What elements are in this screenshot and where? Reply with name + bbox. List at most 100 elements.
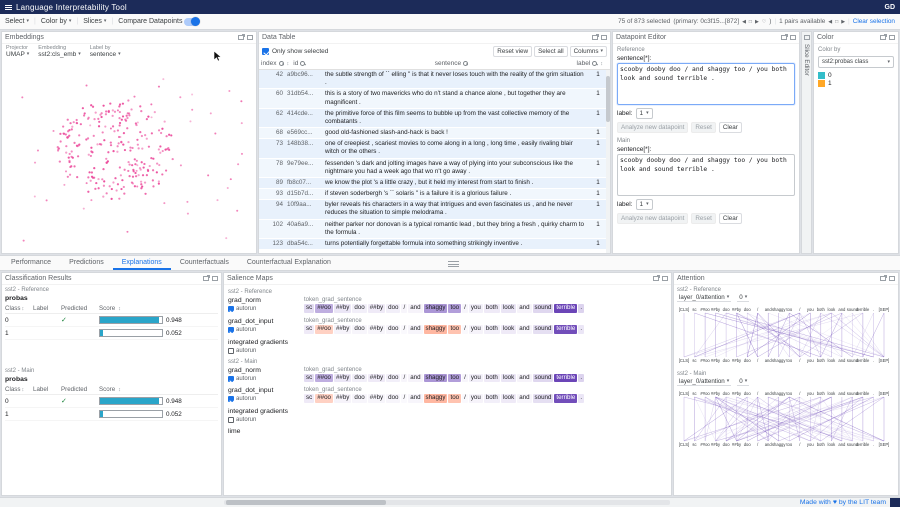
label-select[interactable]: 1 ▾ (636, 108, 653, 119)
maximize-icon[interactable] (790, 35, 796, 40)
reset-view-button[interactable]: Reset view (493, 46, 532, 57)
popout-icon[interactable] (880, 276, 886, 281)
attention-head-select[interactable]: 0 ▾ (737, 294, 749, 302)
random-pair-icon[interactable]: □ (835, 19, 838, 25)
clear-selection-link[interactable]: Clear selection (853, 18, 895, 25)
popout-icon[interactable] (781, 35, 787, 40)
salience-token: / (462, 374, 468, 383)
menu-icon[interactable] (5, 5, 12, 10)
attention-layer-select[interactable]: layer_0/attention ▾ (677, 294, 731, 302)
popout-icon[interactable] (592, 35, 598, 40)
menu-slices[interactable]: Slices ▾ (83, 18, 106, 25)
table-row[interactable]: 60 31db54... this is a story of two mave… (259, 89, 610, 108)
attention-layer-select[interactable]: layer_0/attention ▾ (677, 378, 731, 386)
maximize-icon[interactable] (889, 35, 895, 40)
svg-text:shaggy: shaggy (772, 358, 786, 363)
search-icon[interactable] (279, 61, 285, 67)
label-select[interactable]: 1 ▾ (636, 199, 653, 210)
select-all-button[interactable]: Select all (534, 46, 568, 57)
table-row[interactable]: 78 9e79ee... fessenden 's dark and jolti… (259, 159, 610, 178)
only-show-selected-checkbox[interactable] (262, 48, 269, 55)
attention-head-select[interactable]: 0 ▾ (737, 378, 749, 386)
autorun-checkbox[interactable]: autorun (228, 327, 300, 333)
scrollbar-thumb[interactable] (226, 500, 386, 505)
table-row[interactable]: 73 148b38... one of creepiest , scariest… (259, 139, 610, 158)
sort-icon[interactable]: ↕ (118, 306, 121, 312)
projector-select[interactable]: Projector UMAP▾ (6, 45, 29, 61)
sort-icon[interactable]: ↕ (600, 61, 603, 67)
maximize-icon[interactable] (601, 35, 607, 40)
embedding-select[interactable]: Embedding sst2:cls_emb▾ (38, 45, 80, 61)
autorun-checkbox[interactable]: autorun (228, 348, 300, 354)
popout-icon[interactable] (653, 276, 659, 281)
reset-button[interactable]: Reset (691, 213, 715, 224)
table-row[interactable]: 89 fb8c07... we know the plot 's a littl… (259, 178, 610, 189)
expand-module-icon[interactable] (804, 35, 810, 40)
next-pair-icon[interactable]: ▶ (841, 19, 845, 25)
maximize-icon[interactable] (247, 35, 253, 40)
maximize-icon[interactable] (212, 276, 218, 281)
column-header-sentence[interactable]: sentence (329, 60, 574, 67)
favorite-icon[interactable]: ♡ (762, 19, 766, 25)
maximize-icon[interactable] (889, 276, 895, 281)
analyze-new-datapoint-button[interactable]: Analyze new datapoint (617, 213, 688, 224)
column-header-id[interactable]: id (291, 60, 329, 67)
search-icon[interactable] (300, 61, 306, 67)
table-row[interactable]: 93 d15b7d... if steven soderbergh 's `` … (259, 189, 610, 200)
scrollbar-thumb[interactable] (606, 76, 610, 122)
sort-icon[interactable]: ↕ (21, 387, 24, 393)
embedding-plot[interactable] (2, 62, 256, 253)
analyze-new-datapoint-button[interactable]: Analyze new datapoint (617, 122, 688, 133)
tab-performance[interactable]: Performance (2, 256, 60, 270)
sentence-textarea[interactable]: scooby dooby doo / and shaggy too / you … (617, 63, 795, 105)
table-scrollbar[interactable] (606, 70, 610, 253)
label-by-select[interactable]: Label by sentence▾ (90, 45, 121, 61)
horizontal-scrollbar[interactable] (224, 500, 670, 505)
sort-icon[interactable]: ↕ (21, 306, 24, 312)
sort-icon[interactable]: ↕ (287, 61, 290, 67)
popout-icon[interactable] (203, 276, 209, 281)
sentence-textarea[interactable]: scooby dooby doo / and shaggy too / you … (617, 154, 795, 196)
autorun-checkbox[interactable]: autorun (228, 376, 300, 382)
avatar[interactable]: GD (885, 4, 896, 11)
popout-icon[interactable] (880, 35, 886, 40)
reset-button[interactable]: Reset (691, 122, 715, 133)
popout-icon[interactable] (238, 35, 244, 40)
table-row[interactable]: 68 e569cc... good old-fashioned slash-an… (259, 128, 610, 139)
svg-text:doo: doo (723, 307, 731, 312)
predicted-check-icon: ✓ (61, 316, 67, 324)
compare-datapoints-toggle[interactable] (184, 18, 199, 26)
sort-icon[interactable]: ↕ (118, 387, 121, 393)
clear-button[interactable]: Clear (719, 213, 742, 224)
search-icon[interactable] (592, 61, 598, 67)
clear-button[interactable]: Clear (719, 122, 742, 133)
tab-predictions[interactable]: Predictions (60, 256, 113, 270)
random-datapoint-icon[interactable]: □ (749, 19, 752, 25)
prev-pair-icon[interactable]: ◀ (828, 19, 832, 25)
compare-datapoints-label: Compare Datapoints (118, 18, 182, 25)
maximize-icon[interactable] (662, 276, 668, 281)
autorun-checkbox[interactable]: autorun (228, 396, 300, 402)
column-header-label[interactable]: label↕ (575, 60, 605, 67)
autorun-checkbox[interactable]: autorun (228, 417, 300, 423)
menu-color-by[interactable]: Color by ▾ (41, 18, 72, 25)
autorun-checkbox[interactable]: autorun (228, 306, 300, 312)
columns-button[interactable]: Columns ▾ (570, 46, 607, 57)
table-row[interactable]: 94 10f9aa... byler reveals his character… (259, 200, 610, 219)
tab-explanations[interactable]: Explanations (113, 256, 171, 270)
prev-datapoint-icon[interactable]: ◀ (742, 19, 746, 25)
column-header-index[interactable]: index↕ (259, 60, 291, 67)
tab-counterfactuals[interactable]: Counterfactuals (171, 256, 238, 270)
table-row[interactable]: 42 a9bc96... the subtle strength of `` e… (259, 70, 610, 89)
color-by-select[interactable]: sst2:probas class ▾ (818, 56, 894, 68)
table-row[interactable]: 102 40a6a9... neither parker nor donovan… (259, 220, 610, 239)
tab-counterfactual-explanation[interactable]: Counterfactual Explanation (238, 256, 340, 270)
search-icon[interactable] (463, 61, 469, 67)
salience-token: ##oo (315, 304, 333, 313)
splitter-drag-handle[interactable] (448, 261, 459, 267)
next-datapoint-icon[interactable]: ▶ (755, 19, 759, 25)
minimized-module-strip[interactable]: Slice Editor (801, 31, 812, 254)
table-row[interactable]: 62 414cde... the primitive force of this… (259, 109, 610, 128)
table-row[interactable]: 123 dba54c... turns potentially forgetta… (259, 239, 610, 250)
menu-select[interactable]: Select ▾ (5, 18, 29, 25)
